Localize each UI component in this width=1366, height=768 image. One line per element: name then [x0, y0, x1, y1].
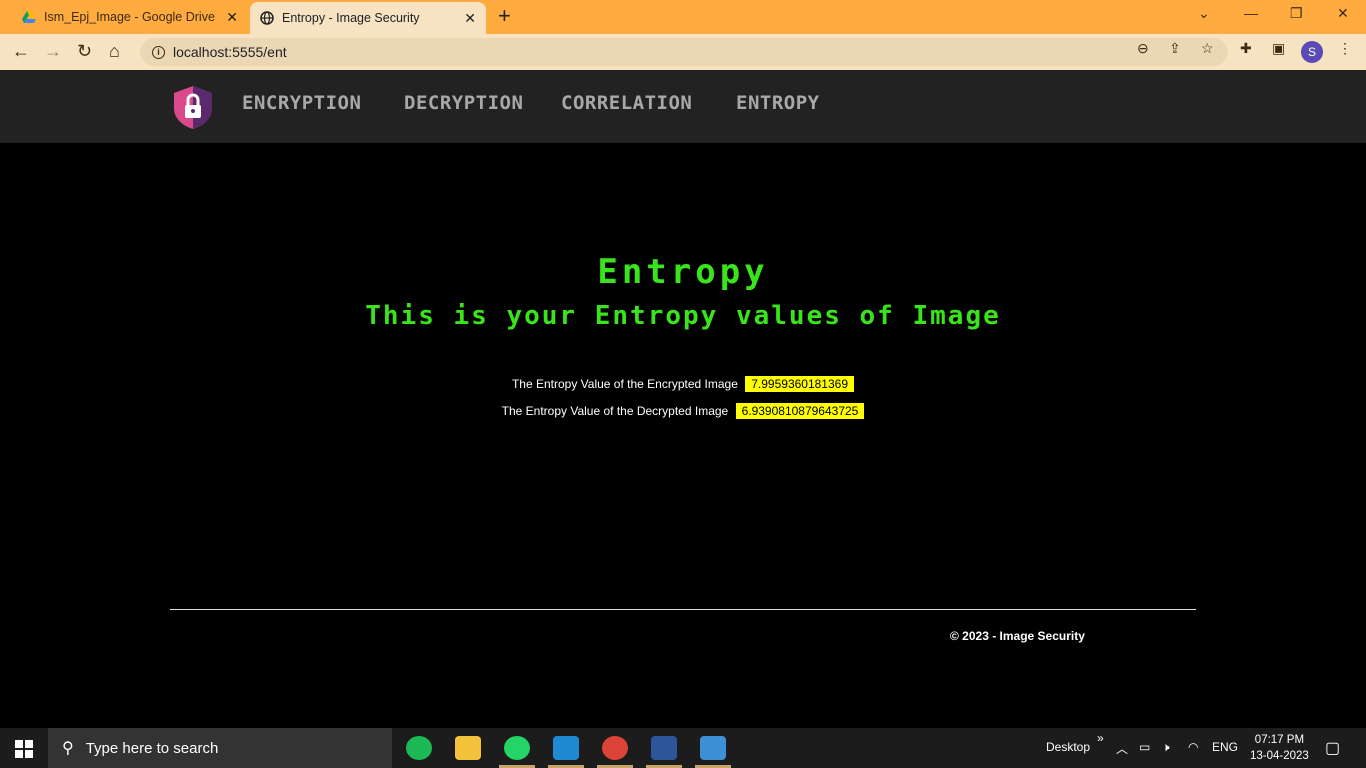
close-tab-icon[interactable]: ✕: [464, 10, 476, 27]
shield-lock-logo[interactable]: [170, 84, 216, 130]
vscode-icon[interactable]: [553, 736, 579, 760]
chrome-icon[interactable]: [602, 736, 628, 760]
zoom-icon[interactable]: ⊖: [1137, 40, 1149, 57]
close-tab-icon[interactable]: ✕: [226, 9, 238, 26]
language-indicator[interactable]: ENG: [1212, 740, 1238, 754]
reload-icon[interactable]: ↻: [77, 41, 92, 61]
home-icon[interactable]: ⌂: [109, 41, 120, 61]
url-text: localhost:5555/ent: [173, 44, 287, 60]
close-window-icon[interactable]: ✕: [1337, 5, 1349, 22]
address-bar[interactable]: i localhost:5555/ent: [140, 38, 1228, 66]
site-header: ENCRYPTION DECRYPTION CORRELATION ENTROP…: [0, 70, 1366, 143]
nav-correlation[interactable]: CORRELATION: [561, 92, 692, 114]
new-tab-icon[interactable]: +: [498, 5, 511, 27]
spotify-icon[interactable]: [406, 736, 432, 760]
notifications-icon[interactable]: ▢: [1325, 738, 1340, 758]
entropy-row-decrypted: The Entropy Value of the Decrypted Image…: [0, 403, 1366, 419]
menu-icon[interactable]: ⋮: [1338, 40, 1352, 57]
clock-date: 13-04-2023: [1250, 750, 1309, 762]
whatsapp-icon[interactable]: [504, 736, 530, 760]
back-icon[interactable]: ←: [12, 41, 30, 61]
footer-copyright: © 2023 - Image Security: [950, 629, 1085, 643]
minimize-icon[interactable]: —: [1244, 5, 1258, 21]
nav-decryption[interactable]: DECRYPTION: [404, 92, 523, 114]
google-drive-icon: [22, 10, 36, 23]
nav-entropy[interactable]: ENTROPY: [736, 92, 820, 114]
windows-taskbar: ⚲ Type here to search Desktop » ︿ ▭ 🕨 ◠ …: [0, 728, 1366, 768]
file-explorer-icon[interactable]: [455, 736, 481, 760]
volume-mute-icon[interactable]: 🕨: [1162, 740, 1170, 755]
tab-entropy[interactable]: Entropy - Image Security ✕: [250, 2, 486, 34]
restore-icon[interactable]: ❐: [1290, 5, 1303, 22]
nav-encryption[interactable]: ENCRYPTION: [242, 92, 361, 114]
battery-icon[interactable]: ▭: [1139, 740, 1150, 754]
tab-title: Entropy - Image Security: [282, 11, 420, 25]
clock-time: 07:17 PM: [1254, 734, 1305, 746]
windows-start-icon[interactable]: [15, 740, 33, 758]
system-clock[interactable]: 07:17 PM 13-04-2023: [1250, 732, 1309, 764]
page-title: Entropy: [597, 252, 769, 292]
wifi-icon[interactable]: ◠: [1188, 740, 1198, 754]
share-icon[interactable]: ⇪: [1169, 40, 1181, 57]
browser-toolbar: ← → ↻ ⌂ i localhost:5555/ent ⊖ ⇪ ☆ ✚ ▣ S…: [0, 34, 1366, 70]
browser-tab-strip: Ism_Epj_Image - Google Drive ✕ Entropy -…: [0, 0, 1366, 34]
entropy-value: 7.9959360181369: [745, 376, 855, 392]
profile-avatar[interactable]: S: [1301, 41, 1323, 63]
photos-icon[interactable]: [700, 736, 726, 760]
show-hidden-icons-icon[interactable]: ︿: [1116, 740, 1128, 757]
footer-divider: [170, 609, 1196, 610]
taskbar-search-box[interactable]: ⚲ Type here to search: [48, 728, 392, 768]
overflow-chevron-icon[interactable]: »: [1097, 731, 1104, 745]
search-placeholder: Type here to search: [85, 739, 219, 757]
entropy-value: 6.9390810879643725: [735, 403, 865, 419]
tab-title: Ism_Epj_Image - Google Drive: [44, 10, 215, 24]
tab-search-icon[interactable]: ⌄: [1198, 5, 1210, 22]
page-subtitle: This is your Entropy values of Image: [365, 301, 1001, 331]
tab-google-drive[interactable]: Ism_Epj_Image - Google Drive ✕: [8, 0, 248, 34]
bookmark-star-icon[interactable]: ☆: [1201, 40, 1214, 57]
entropy-row-encrypted: The Entropy Value of the Encrypted Image…: [0, 376, 1366, 392]
extensions-icon[interactable]: ✚: [1240, 40, 1252, 57]
entropy-label: The Entropy Value of the Encrypted Image: [511, 377, 738, 391]
globe-icon: [260, 11, 274, 25]
search-icon: ⚲: [62, 740, 74, 757]
entropy-label: The Entropy Value of the Decrypted Image: [501, 404, 729, 418]
side-panel-icon[interactable]: ▣: [1272, 40, 1285, 57]
word-icon[interactable]: [651, 736, 677, 760]
desktop-toolbar-label[interactable]: Desktop: [1046, 740, 1090, 754]
site-info-icon[interactable]: i: [152, 45, 165, 59]
forward-icon[interactable]: →: [44, 41, 62, 61]
